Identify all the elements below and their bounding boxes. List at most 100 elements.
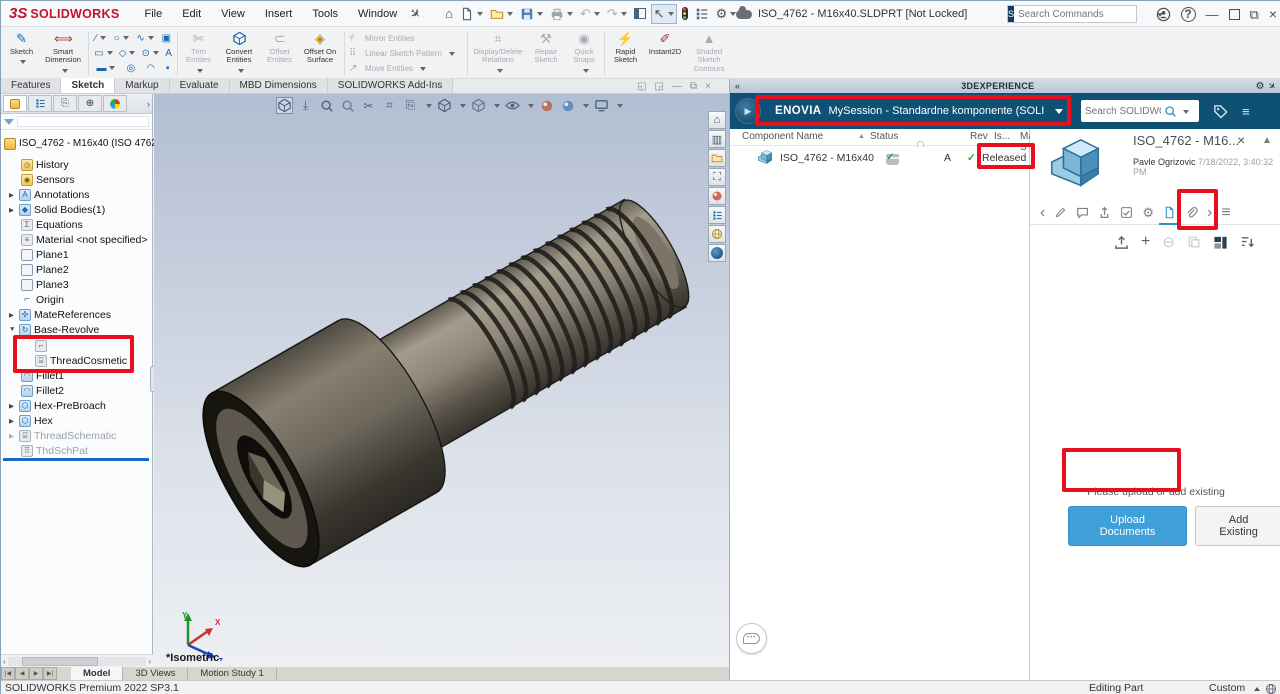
spline-tool-icon[interactable]: ∿	[136, 33, 153, 44]
graphics-viewport[interactable]: ⤓ ✂ ⌗ ⎘ ⌂ ▥ ⛶	[154, 94, 729, 667]
session-dropdown-icon[interactable]	[1055, 109, 1063, 117]
properties-gear-icon[interactable]: ⚙	[1142, 205, 1154, 221]
featuremanager-tab[interactable]	[3, 95, 27, 112]
menu-edit[interactable]: Edit	[173, 5, 210, 23]
tree-item-annotations[interactable]: ▶AAnnotations	[9, 188, 89, 201]
tree-item-plane1[interactable]: Plane1	[21, 248, 69, 261]
tree-item-equations[interactable]: ΣEquations	[21, 218, 83, 231]
mirror-entities-button[interactable]: ⫩Mirror Entities	[349, 32, 463, 45]
print-icon[interactable]	[548, 4, 575, 24]
shaded-sketch-contours-button[interactable]: ▲Shaded Sketch Contours	[686, 29, 732, 78]
panel-settings-gear-icon[interactable]: ⚙	[1255, 81, 1264, 92]
remove-icon[interactable]: ⊖	[1162, 233, 1175, 251]
display-state-spinner[interactable]	[1254, 684, 1260, 691]
propertymanager-tab[interactable]	[28, 95, 52, 112]
displaymanager-tab[interactable]	[103, 95, 127, 112]
annotation-views-icon[interactable]: ⎘	[402, 97, 419, 114]
display-state-selector[interactable]: Custom	[1209, 682, 1245, 694]
move-entities-button[interactable]: ↗Move Entities	[349, 62, 463, 75]
col-status[interactable]: Status	[870, 131, 898, 142]
view-palette-icon[interactable]: ⛶	[708, 168, 726, 186]
tab-evaluate[interactable]: Evaluate	[170, 78, 230, 93]
attachments-clip-icon[interactable]	[1185, 206, 1198, 219]
dynamic-annotation-icon[interactable]: ⌗	[381, 97, 398, 114]
file-explorer-icon[interactable]	[708, 149, 726, 167]
convert-entities-button[interactable]: Convert Entities	[217, 29, 261, 78]
smart-dimension-button[interactable]: ⟺Smart Dimension	[40, 29, 86, 78]
fillet-tool-icon[interactable]: ◠	[146, 63, 155, 74]
3dexperience-icon[interactable]	[708, 244, 726, 262]
save-icon[interactable]	[518, 4, 545, 24]
open-icon[interactable]	[488, 4, 515, 24]
appearances-icon[interactable]	[708, 187, 726, 205]
view-settings-icon[interactable]	[593, 97, 610, 114]
maximize-icon[interactable]	[1229, 9, 1240, 20]
ellipse-tool-icon[interactable]: ⊙	[142, 48, 159, 59]
forum-icon[interactable]	[708, 225, 726, 243]
zoom-to-fit-icon[interactable]	[276, 97, 293, 114]
collapse-detail-icon[interactable]: ▲	[1262, 135, 1272, 146]
col-component-name[interactable]: Component Name	[742, 131, 823, 142]
tree-item-history[interactable]: ◷History	[21, 158, 69, 171]
col-rev[interactable]: Rev	[970, 131, 988, 142]
search-icon[interactable]	[1164, 105, 1177, 118]
search-commands-input[interactable]	[1014, 9, 1154, 20]
rectangle-tool-icon[interactable]: ▭	[94, 48, 112, 59]
section-view-icon[interactable]: ✂	[360, 97, 377, 114]
undo-icon[interactable]: ↶	[578, 4, 602, 24]
help-icon[interactable]: ?	[1181, 7, 1196, 22]
user-account-icon[interactable]	[1156, 7, 1171, 22]
view-orientation-icon[interactable]	[436, 97, 453, 114]
tree-item-threadschematic[interactable]: ▶⌸ThreadSchematic	[9, 429, 116, 442]
3d-sketch-icon[interactable]: ▣	[162, 33, 171, 44]
filter-funnel-icon[interactable]	[4, 119, 14, 125]
doc-restore-icon[interactable]: ⧉	[690, 81, 697, 92]
component-row[interactable]: ISO_4762 - M16x40 ✓ A ✓ Released	[730, 146, 1029, 170]
layout-toggle-icon[interactable]	[1213, 235, 1228, 250]
polygon-tool-icon[interactable]: ◎	[126, 63, 135, 74]
filter-input[interactable]	[17, 116, 149, 127]
tabs-scroll-right-icon[interactable]: ›	[1207, 204, 1212, 222]
3dexperience-search-input[interactable]	[1085, 106, 1161, 117]
add-existing-button[interactable]: Add Existing	[1195, 506, 1280, 546]
scroll-right-icon[interactable]: ›	[148, 657, 151, 666]
tab-markup[interactable]: Markup	[115, 78, 169, 93]
zoom-to-area-icon[interactable]: ⤓	[297, 97, 314, 114]
3dmessaging-button[interactable]: •••	[736, 623, 767, 654]
tree-item-hex[interactable]: ▶⬡Hex	[9, 414, 53, 427]
tree-item-matereferences[interactable]: ▶✣MateReferences	[9, 308, 111, 321]
upload-icon[interactable]	[1114, 235, 1129, 250]
custom-properties-icon[interactable]	[708, 206, 726, 224]
tab-features[interactable]: Features	[1, 78, 61, 93]
menu-view[interactable]: View	[212, 5, 254, 23]
tab-3d-views[interactable]: 3D Views	[123, 667, 188, 680]
search-dropdown-icon[interactable]	[1183, 110, 1189, 117]
tags-icon[interactable]	[1213, 104, 1228, 119]
configurationmanager-tab[interactable]: ⎘	[53, 95, 77, 112]
quick-snaps-button[interactable]: ◉Quick Snaps	[566, 29, 602, 78]
status-globe-icon[interactable]	[1265, 683, 1277, 694]
doc-close-icon[interactable]: ×	[705, 81, 711, 92]
straight-slot-icon[interactable]: ▬	[96, 63, 115, 74]
tree-item-threadcosmetic[interactable]: ⌸ThreadCosmetic	[35, 354, 127, 367]
tree-item-sensors[interactable]: ◉Sensors	[21, 173, 75, 186]
trim-entities-button[interactable]: ✄Trim Entities	[180, 29, 217, 78]
taskpane-home-icon[interactable]: ⌂	[708, 111, 726, 129]
tree-item-material[interactable]: ≡Material <not specified>	[21, 233, 147, 246]
zoom-in-out-icon[interactable]	[318, 97, 335, 114]
tree-horizontal-scrollbar[interactable]: ‹ ›	[1, 654, 153, 667]
linear-sketch-pattern-button[interactable]: ⠿Linear Sketch Pattern	[349, 47, 463, 60]
tab-scroll-buttons[interactable]: |◀◀▶▶|	[1, 667, 57, 680]
hide-show-items-icon[interactable]	[504, 97, 521, 114]
detail-menu-icon[interactable]: ≡	[1221, 204, 1230, 222]
minimize-icon[interactable]: —	[1206, 8, 1219, 21]
tabs-scroll-left-icon[interactable]: ‹	[1040, 204, 1045, 222]
upload-documents-button[interactable]: Upload Documents	[1068, 506, 1187, 546]
panel-menu-icon[interactable]: ≡	[1242, 104, 1250, 119]
sketch-button[interactable]: ✎Sketch	[3, 29, 40, 78]
tree-item-fillet2[interactable]: ◠Fillet2	[21, 384, 64, 397]
comments-icon[interactable]	[1076, 206, 1089, 219]
menu-file[interactable]: File	[135, 5, 171, 23]
rollback-bar[interactable]	[3, 458, 149, 461]
tree-item-origin[interactable]: ⌐Origin	[21, 293, 64, 306]
